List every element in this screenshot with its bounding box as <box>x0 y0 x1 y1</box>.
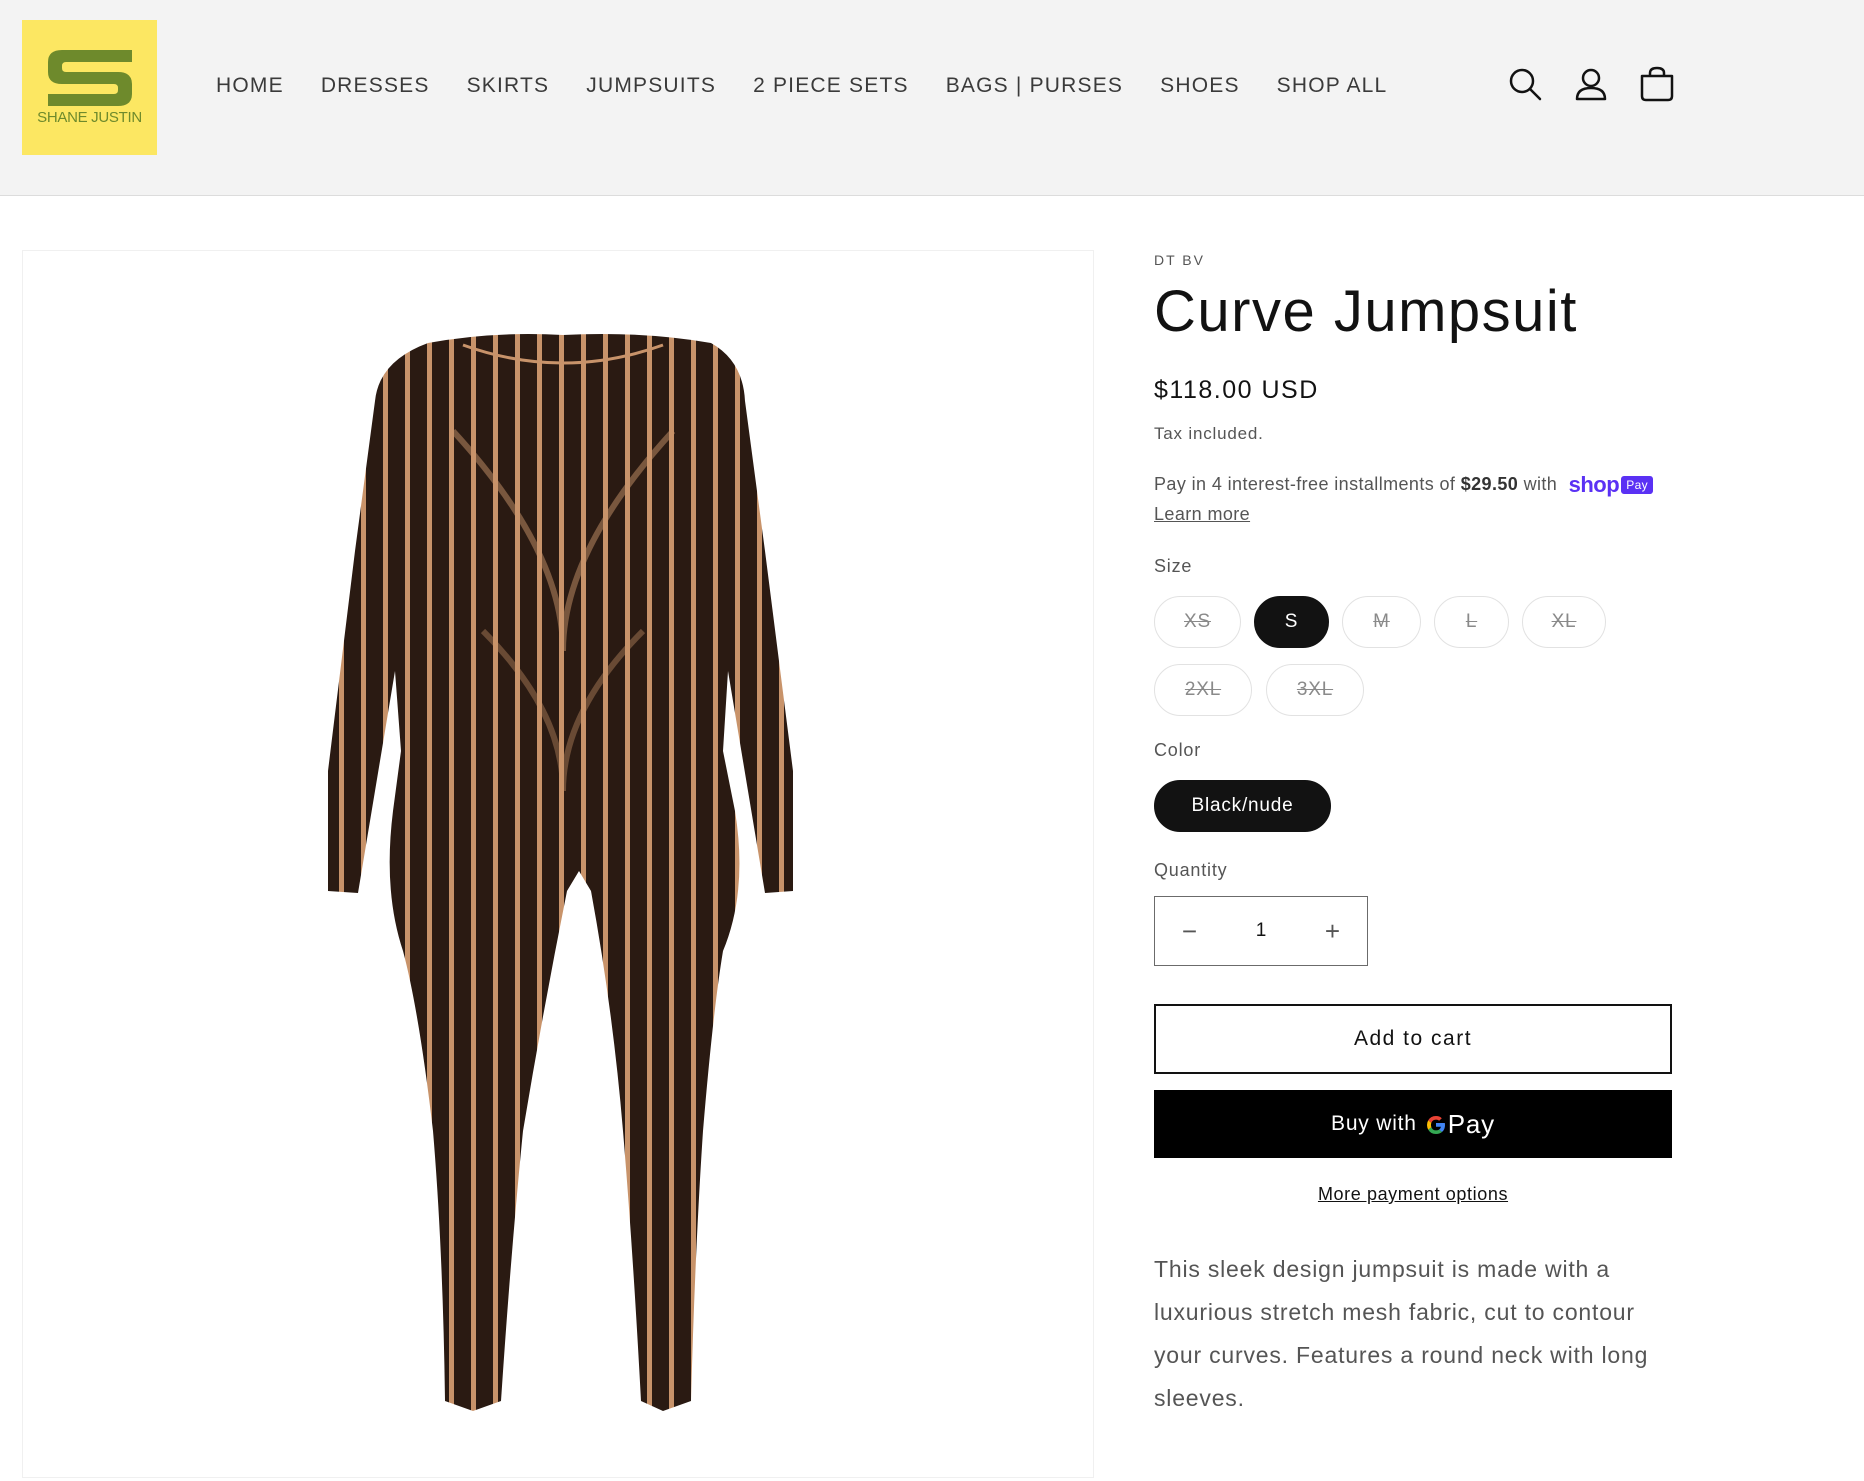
nav-item-2-piece-sets[interactable]: 2 PIECE SETS <box>753 74 909 98</box>
site-header: SHANE JUSTIN HOME DRESSES SKIRTS JUMPSUI… <box>0 0 1864 196</box>
color-option-black-nude[interactable]: Black/nude <box>1154 780 1331 832</box>
tax-note: Tax included. <box>1154 424 1264 443</box>
nav-item-home[interactable]: HOME <box>216 74 284 98</box>
size-label: Size <box>1154 556 1193 576</box>
size-option-label: S <box>1284 611 1299 632</box>
more-payment-options-link[interactable]: More payment options <box>1318 1184 1508 1204</box>
size-option-xs[interactable]: XS <box>1154 596 1241 648</box>
logo-text: SHANE JUSTIN <box>37 109 142 126</box>
installments-prefix: Pay in 4 interest-free installments of <box>1154 473 1461 494</box>
shop-pay-badge: Pay <box>1621 476 1654 494</box>
jumpsuit-product-image <box>328 334 793 1411</box>
product-description: This sleek design jumpsuit is made with … <box>1154 1256 1649 1411</box>
size-option-2xl[interactable]: 2XL <box>1154 664 1252 716</box>
quantity-increase-button[interactable]: + <box>1298 897 1367 965</box>
nav-item-dresses[interactable]: DRESSES <box>321 74 430 98</box>
quantity-decrease-button[interactable]: − <box>1155 897 1224 965</box>
brand-logo[interactable]: SHANE JUSTIN <box>22 20 157 155</box>
nav-item-shoes[interactable]: SHOES <box>1160 74 1240 98</box>
size-option-m[interactable]: M <box>1342 596 1421 648</box>
product-vendor: DT BV <box>1154 252 1205 268</box>
buy-with-gpay-button[interactable]: Buy with Pay <box>1154 1090 1672 1158</box>
buy-with-label: Buy with <box>1331 1112 1417 1135</box>
more-payment-options: More payment options <box>1154 1184 1672 1205</box>
size-option-label: 3XL <box>1296 679 1334 700</box>
quantity-input[interactable] <box>1224 897 1298 965</box>
installments-amount: $29.50 <box>1460 473 1519 494</box>
size-option-label: L <box>1465 611 1478 632</box>
color-label: Color <box>1154 740 1202 760</box>
main-nav: HOME DRESSES SKIRTS JUMPSUITS 2 PIECE SE… <box>216 74 1424 98</box>
size-option-l[interactable]: L <box>1434 596 1509 648</box>
search-icon[interactable] <box>1507 66 1543 102</box>
product-price: $118.00 USD <box>1154 376 1319 404</box>
nav-item-skirts[interactable]: SKIRTS <box>467 74 550 98</box>
product-title: Curve Jumpsuit <box>1154 279 1578 344</box>
color-option-label: Black/nude <box>1191 795 1294 816</box>
size-option-s[interactable]: S <box>1254 596 1329 648</box>
size-option-3xl[interactable]: 3XL <box>1266 664 1364 716</box>
nav-item-bags-purses[interactable]: BAGS | PURSES <box>946 74 1123 98</box>
size-option-label: XS <box>1184 611 1211 632</box>
account-icon[interactable] <box>1573 66 1609 102</box>
learn-more-link[interactable]: Learn more <box>1154 504 1250 525</box>
nav-item-shop-all[interactable]: SHOP ALL <box>1277 74 1388 98</box>
size-option-label: XL <box>1551 611 1577 632</box>
size-option-label: 2XL <box>1184 679 1222 700</box>
cart-icon[interactable] <box>1639 66 1675 102</box>
quantity-stepper: − + <box>1154 896 1368 966</box>
logo-s-mark <box>48 50 132 106</box>
gpay-pay-label: Pay <box>1447 1108 1495 1139</box>
installments-suffix: with <box>1518 473 1558 494</box>
size-option-label: M <box>1373 611 1390 632</box>
google-g-icon <box>1425 1109 1447 1140</box>
installments-text: Pay in 4 interest-free installments of $… <box>1154 472 1654 498</box>
size-option-xl[interactable]: XL <box>1522 596 1606 648</box>
add-to-cart-button[interactable]: Add to cart <box>1154 1004 1672 1074</box>
quantity-label: Quantity <box>1154 860 1228 880</box>
shop-pay-logo: shop Pay <box>1568 472 1654 498</box>
product-media[interactable] <box>22 250 1094 1478</box>
shop-pay-word: shop <box>1568 472 1620 497</box>
nav-item-jumpsuits[interactable]: JUMPSUITS <box>586 74 716 98</box>
